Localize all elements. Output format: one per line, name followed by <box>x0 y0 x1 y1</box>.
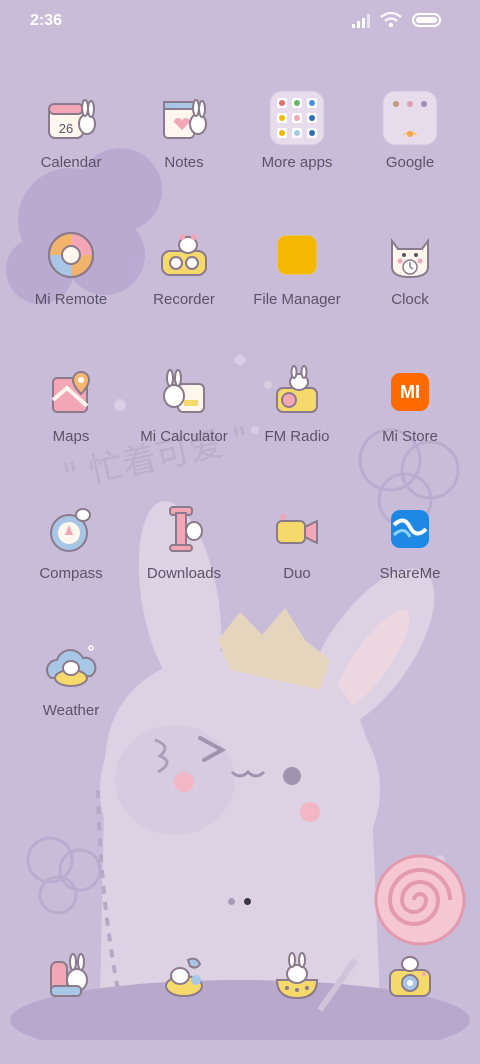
app-label: Calendar <box>40 154 102 171</box>
app-label: Mi Calculator <box>140 428 228 445</box>
app-shareme[interactable]: ShareMe <box>355 495 465 615</box>
page-dot-1[interactable] <box>228 898 235 905</box>
app-more-apps[interactable]: More apps <box>242 84 352 204</box>
dock-browser[interactable] <box>242 944 352 1064</box>
wifi-icon <box>380 12 402 28</box>
dock <box>0 944 480 1014</box>
app-file-manager[interactable]: File Manager <box>242 221 352 341</box>
mi-logo: MI <box>391 373 429 411</box>
app-mi-calculator[interactable]: Mi Calculator <box>129 358 239 478</box>
app-label: Mi Remote <box>34 291 108 308</box>
app-duo[interactable]: Duo <box>242 495 352 615</box>
mi-store-icon: MI <box>382 364 438 420</box>
folder-more-apps-icon <box>269 90 325 146</box>
app-fm-radio[interactable]: FM Radio <box>242 358 352 478</box>
app-downloads[interactable]: Downloads <box>129 495 239 615</box>
radio-bunny-icon <box>269 364 325 420</box>
app-clock[interactable]: Clock <box>355 221 465 341</box>
app-label: Maps <box>52 428 90 445</box>
camera-bunny-icon <box>382 948 438 1004</box>
clock-cat-icon <box>382 227 438 283</box>
app-compass[interactable]: Compass <box>16 495 126 615</box>
signal-icon <box>352 14 370 28</box>
dock-messages[interactable] <box>129 944 239 1064</box>
weather-cloud-bunny-icon <box>43 638 99 694</box>
app-label: ShareMe <box>379 565 441 582</box>
calendar-bunny-icon: 26 <box>43 90 99 146</box>
folder-google-icon <box>382 90 438 146</box>
app-label: Mi Store <box>382 428 438 445</box>
status-bar: 2:36 <box>0 0 480 44</box>
app-label: Weather <box>42 702 100 719</box>
browser-bunny-icon <box>269 948 325 1004</box>
app-weather[interactable]: Weather <box>16 632 126 752</box>
messages-bunny-icon <box>156 948 212 1004</box>
compass-bunny-icon <box>43 501 99 557</box>
app-label: Clock <box>391 291 429 308</box>
app-label: Duo <box>283 565 311 582</box>
app-mi-store[interactable]: MI Mi Store <box>355 358 465 478</box>
status-time: 2:36 <box>30 12 63 29</box>
page-indicator <box>224 898 256 906</box>
dock-phone[interactable] <box>16 944 126 1064</box>
app-maps[interactable]: Maps <box>16 358 126 478</box>
remote-icon <box>43 227 99 283</box>
video-camera-icon <box>269 501 325 557</box>
app-label: Google <box>385 154 435 171</box>
status-icons <box>342 12 452 32</box>
app-calendar[interactable]: 26 Calendar <box>16 84 126 204</box>
app-label: FM Radio <box>264 428 330 445</box>
map-pin-icon <box>43 364 99 420</box>
recorder-bunny-icon <box>156 227 212 283</box>
app-notes[interactable]: Notes <box>129 84 239 204</box>
calculator-bunny-icon <box>156 364 212 420</box>
app-mi-remote[interactable]: Mi Remote <box>16 221 126 341</box>
dock-camera[interactable] <box>355 944 465 1064</box>
file-manager-icon <box>269 227 325 283</box>
calendar-day: 26 <box>59 121 73 136</box>
shareme-icon <box>382 501 438 557</box>
notes-bunny-icon <box>156 90 212 146</box>
app-label: Recorder <box>153 291 215 308</box>
battery-icon <box>412 13 441 27</box>
phone-bunny-icon <box>43 948 99 1004</box>
downloads-bunny-icon <box>156 501 212 557</box>
app-label: Downloads <box>146 565 222 582</box>
page-dot-2-active[interactable] <box>244 898 251 905</box>
app-google[interactable]: Google <box>355 84 465 204</box>
app-label: Notes <box>164 154 204 171</box>
app-recorder[interactable]: Recorder <box>129 221 239 341</box>
app-label: More apps <box>261 154 333 171</box>
app-label: File Manager <box>253 291 341 308</box>
app-label: Compass <box>39 565 103 582</box>
